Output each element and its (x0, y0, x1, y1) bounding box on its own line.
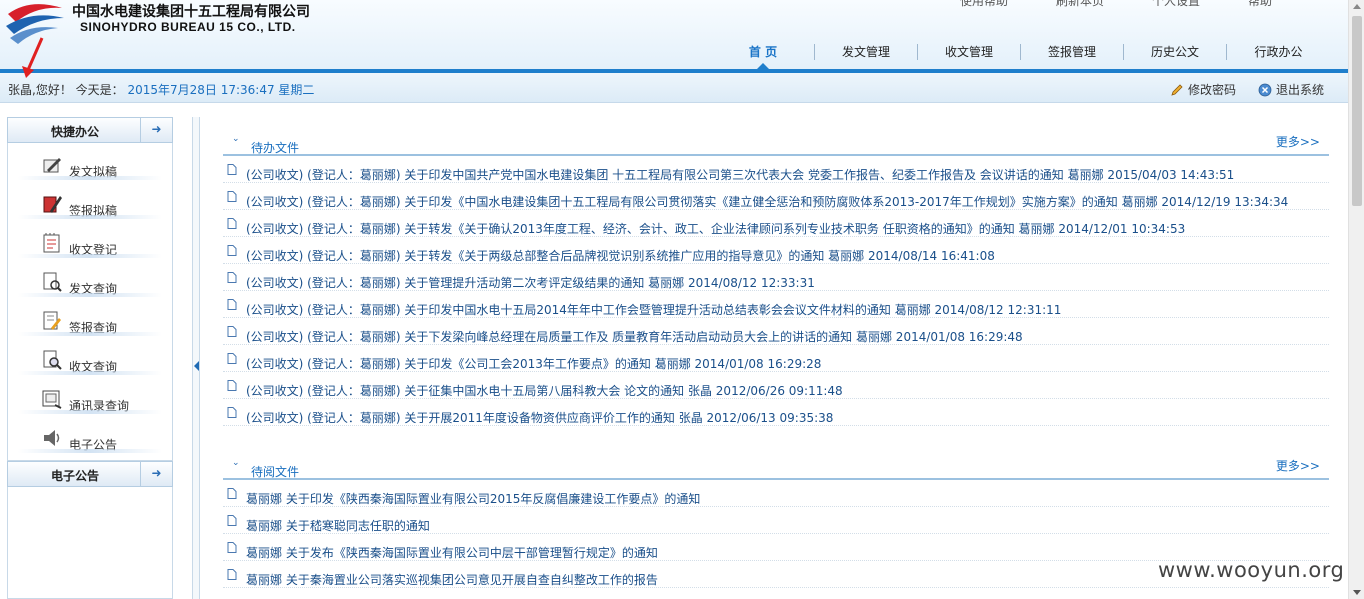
list-item[interactable]: (公司收文) (登记人：葛丽娜) 关于印发《公司工会2013年工作要点》的通知 … (223, 345, 1329, 372)
company-logo: 中国水电建设集团十五工程局有限公司 SINOHYDRO BUREAU 15 CO… (0, 0, 330, 72)
pending-panel-header: ⌄ 待办文件 更多>> (223, 130, 1329, 156)
company-name-cn: 中国水电建设集团十五工程局有限公司 (72, 4, 310, 20)
pending-more-link[interactable]: 更多>> (1276, 133, 1320, 150)
user-actions: 修改密码 退出系统 (1170, 81, 1324, 98)
document-icon (227, 299, 237, 310)
list-item[interactable]: (公司收文) (登记人：葛丽娜) 关于印发《中国水电建设集团十五工程局有限公司贯… (223, 183, 1329, 210)
nav-admin[interactable]: 行政办公 (1227, 44, 1330, 60)
list-item[interactable]: 葛丽娜 关于嵇寒聪同志任职的通知 (223, 507, 1329, 534)
current-datetime: 2015年7月28日 17:36:47 星期二 (127, 83, 315, 97)
nav-history[interactable]: 历史公文 (1124, 44, 1227, 60)
greeting: 张晶,您好！ 今天是： 2015年7月28日 17:36:47 星期二 (8, 81, 314, 98)
document-icon (227, 326, 237, 337)
document-icon (227, 515, 237, 526)
annotation-arrow-icon (22, 37, 44, 78)
contacts-icon (42, 390, 62, 409)
document-icon (227, 488, 237, 499)
top-link-settings[interactable]: 个人设置 (1152, 0, 1248, 9)
list-item[interactable]: (公司收文) (登记人：葛丽娜) 关于转发《关于确认2013年度工程、经济、会计… (223, 210, 1329, 237)
document-icon (227, 353, 237, 364)
document-icon (227, 569, 237, 580)
document-icon (227, 191, 237, 202)
pen-book-icon (43, 196, 62, 213)
toread-more-link[interactable]: 更多>> (1276, 457, 1320, 474)
sidebar: 快捷办公 ➜ 发文拟稿 签报拟稿 收文登记 发文查询 签报查询 收文查询 通讯录… (7, 117, 174, 599)
list-item[interactable]: 葛丽娜 关于印发《陕西秦海国际置业有限公司2015年反腐倡廉建设工作要点》的通知 (223, 480, 1329, 507)
top-link-help[interactable]: 使用帮助 (960, 0, 1056, 9)
quick-office-header[interactable]: 快捷办公 ➜ (7, 117, 173, 143)
scroll-down-icon[interactable] (1353, 590, 1361, 595)
scroll-thumb[interactable] (1352, 16, 1362, 206)
list-item[interactable]: (公司收文) (登记人：葛丽娜) 关于下发梁向峰总经理在局质量工作及 质量教育年… (223, 318, 1329, 345)
document-icon (227, 380, 237, 391)
quick-item-notice[interactable]: 电子公告 (8, 416, 172, 455)
top-link-refresh[interactable]: 刷新本页 (1056, 0, 1152, 9)
list-item[interactable]: (公司收文) (登记人：葛丽娜) 关于征集中国水电十五局第八届科教大会 论文的通… (223, 372, 1329, 399)
quick-item-draft-memo[interactable]: 签报拟稿 (8, 182, 172, 221)
top-link-about[interactable]: 帮助 (1248, 0, 1344, 9)
list-item[interactable]: (公司收文) (登记人：葛丽娜) 关于管理提升活动第二次考评定级结果的通知 葛丽… (223, 264, 1329, 291)
toread-title: 待阅文件 (251, 465, 300, 479)
quick-item-contacts[interactable]: 通讯录查询 (8, 377, 172, 416)
nav-home[interactable]: 首 页 (712, 44, 815, 69)
top-links: 使用帮助 刷新本页 个人设置 帮助 (960, 0, 1344, 9)
document-icon (227, 407, 237, 418)
list-item[interactable]: 葛丽娜 关于发布《陕西秦海国际置业有限公司中层干部管理暂行规定》的通知 (223, 534, 1329, 561)
list-item[interactable]: (公司收文) (登记人：葛丽娜) 关于开展2011年度设备物资供应商评价工作的通… (223, 399, 1329, 426)
logout-button[interactable]: 退出系统 (1258, 81, 1324, 98)
quick-office-title: 快捷办公 (50, 125, 99, 139)
document-search-icon (43, 272, 62, 292)
greeting-text: 张晶,您好！ 今天是： (8, 83, 124, 97)
change-password-label: 修改密码 (1187, 83, 1236, 97)
logout-label: 退出系统 (1275, 83, 1324, 97)
company-name-en: SINOHYDRO BUREAU 15 CO., LTD. (80, 20, 296, 34)
list-item[interactable]: (公司收文) (登记人：葛丽娜) 关于印发中国水电十五局2014年年中工作会暨管… (223, 291, 1329, 318)
nav-memo[interactable]: 签报管理 (1021, 44, 1124, 60)
document-icon (227, 218, 237, 229)
collapse-arrow-icon[interactable] (194, 361, 199, 371)
document-icon (227, 245, 237, 256)
document-icon (227, 542, 237, 553)
quick-item-search-incoming[interactable]: 收文查询 (8, 338, 172, 377)
list-item[interactable]: (公司收文) (登记人：葛丽娜) 关于印发中国共产党中国水电建设集团 十五工程局… (223, 156, 1329, 183)
quick-item-draft-outgoing[interactable]: 发文拟稿 (8, 143, 172, 182)
notice-header[interactable]: 电子公告 ➜ (7, 461, 173, 487)
pending-title: 待办文件 (251, 141, 300, 155)
scroll-up-icon[interactable] (1353, 4, 1361, 9)
chevron-down-icon: ⌄ (232, 458, 240, 468)
main-content: ⌄ 待办文件 更多>> (公司收文) (登记人：葛丽娜) 关于印发中国共产党中国… (223, 130, 1329, 588)
notice-box (7, 487, 173, 599)
quick-item-search-outgoing[interactable]: 发文查询 (8, 260, 172, 299)
watermark: www.wooyun.org (1158, 558, 1345, 582)
quick-item-search-memo[interactable]: 签报查询 (8, 299, 172, 338)
chevron-down-icon: ⌄ (232, 134, 240, 144)
pending-list: (公司收文) (登记人：葛丽娜) 关于印发中国共产党中国水电建设集团 十五工程局… (223, 156, 1329, 426)
arrow-right-icon[interactable]: ➜ (140, 462, 172, 486)
document-magnify-icon (43, 350, 62, 370)
notice-title: 电子公告 (50, 469, 99, 483)
quick-item-register-incoming[interactable]: 收文登记 (8, 221, 172, 260)
document-icon (227, 164, 237, 175)
info-bar: 张晶,您好！ 今天是： 2015年7月28日 17:36:47 星期二 修改密码… (0, 73, 1348, 103)
main-nav: 首 页 发文管理 收文管理 签报管理 历史公文 行政办公 (712, 44, 1330, 69)
speaker-icon (44, 430, 60, 446)
pencil-icon (1171, 83, 1183, 96)
quick-office-list: 发文拟稿 签报拟稿 收文登记 发文查询 签报查询 收文查询 通讯录查询 电子公告 (7, 143, 173, 461)
sidebar-splitter[interactable] (192, 117, 200, 599)
close-circle-icon (1258, 83, 1272, 96)
document-icon (227, 272, 237, 283)
nav-incoming[interactable]: 收文管理 (918, 44, 1021, 60)
list-item[interactable]: (公司收文) (登记人：葛丽娜) 关于转发《关于两级总部整合后品牌视觉识别系统推… (223, 237, 1329, 264)
toread-panel-header: ⌄ 待阅文件 更多>> (223, 454, 1329, 480)
header: 中国水电建设集团十五工程局有限公司 SINOHYDRO BUREAU 15 CO… (0, 0, 1348, 72)
change-password-button[interactable]: 修改密码 (1170, 81, 1236, 98)
pen-paper-icon (43, 158, 61, 173)
notepad-icon (43, 233, 60, 253)
document-edit-icon (43, 311, 61, 330)
nav-outgoing[interactable]: 发文管理 (815, 44, 918, 60)
arrow-right-icon[interactable]: ➜ (140, 118, 172, 142)
vertical-scrollbar[interactable] (1348, 0, 1364, 599)
